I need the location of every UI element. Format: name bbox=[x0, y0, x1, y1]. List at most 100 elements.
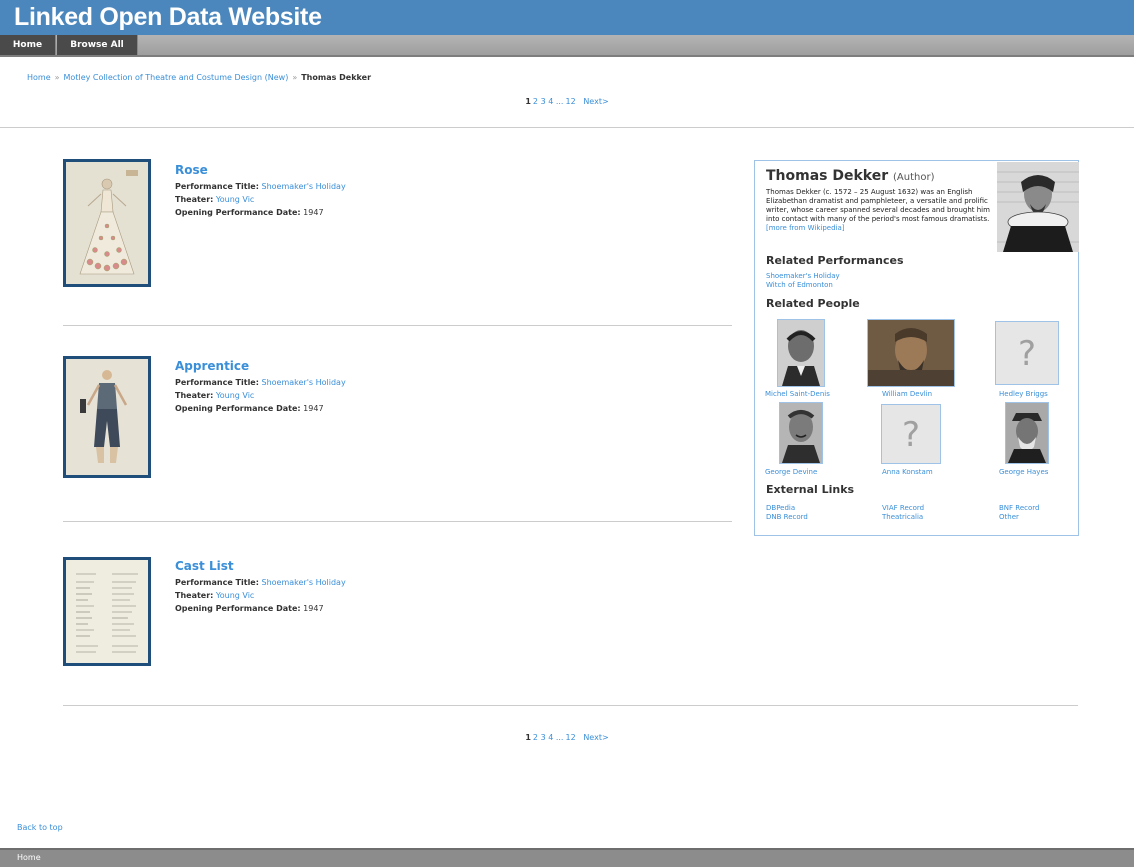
pagination-bottom: 12 3 4 ... 12 Next> bbox=[0, 733, 1134, 742]
item-thumbnail-rose[interactable] bbox=[63, 159, 151, 287]
external-links-heading: External Links bbox=[766, 483, 855, 496]
page-current: 1 bbox=[525, 97, 531, 106]
person-link[interactable]: William Devlin bbox=[882, 390, 932, 398]
page-current: 1 bbox=[525, 733, 531, 742]
item-title-link[interactable]: Rose bbox=[175, 162, 346, 178]
page-ellipsis: ... bbox=[555, 97, 564, 106]
entity-name: Thomas Dekker (Author) bbox=[766, 168, 935, 184]
site-header: Linked Open Data Website bbox=[0, 0, 1134, 35]
entity-bio-text: Thomas Dekker (c. 1572 – 25 August 1632)… bbox=[766, 188, 990, 223]
item-thumbnail-apprentice[interactable] bbox=[63, 356, 151, 478]
page-link-last[interactable]: 12 bbox=[565, 733, 575, 742]
opening-date-row: Opening Performance Date: 1947 bbox=[175, 206, 346, 219]
breadcrumb-collection[interactable]: Motley Collection of Theatre and Costume… bbox=[64, 73, 289, 82]
performance-title-link[interactable]: Shoemaker's Holiday bbox=[261, 378, 345, 387]
page-link[interactable]: 3 bbox=[541, 733, 546, 742]
nav-home[interactable]: Home bbox=[0, 35, 56, 55]
breadcrumb-separator: » bbox=[292, 73, 298, 82]
performance-title-label: Performance Title: bbox=[175, 182, 259, 191]
wikipedia-link[interactable]: [more from Wikipedia] bbox=[766, 224, 844, 232]
theater-row: Theater: Young Vic bbox=[175, 193, 346, 206]
performance-title-link[interactable]: Shoemaker's Holiday bbox=[261, 578, 345, 587]
external-link-viaf[interactable]: VIAF Record bbox=[882, 504, 924, 512]
next-page-link[interactable]: Next> bbox=[583, 97, 608, 106]
person-link[interactable]: George Hayes bbox=[999, 468, 1048, 476]
unknown-person-placeholder[interactable]: ? bbox=[881, 404, 941, 464]
opening-date-label: Opening Performance Date: bbox=[175, 404, 301, 413]
site-footer: Home bbox=[0, 848, 1134, 867]
item-divider bbox=[63, 325, 732, 326]
opening-date-value: 1947 bbox=[303, 604, 324, 613]
breadcrumb-current: Thomas Dekker bbox=[301, 73, 372, 82]
next-page-link[interactable]: Next> bbox=[583, 733, 608, 742]
external-link-other[interactable]: Other bbox=[999, 513, 1019, 521]
item-title-link[interactable]: Cast List bbox=[175, 558, 346, 574]
performance-title-label: Performance Title: bbox=[175, 578, 259, 587]
performance-title-link[interactable]: Shoemaker's Holiday bbox=[261, 182, 345, 191]
performance-title-row: Performance Title: Shoemaker's Holiday bbox=[175, 180, 346, 193]
item-info: Apprentice Performance Title: Shoemaker'… bbox=[175, 358, 346, 415]
theater-link[interactable]: Young Vic bbox=[216, 391, 254, 400]
person-link[interactable]: Michel Saint-Denis bbox=[765, 390, 830, 398]
breadcrumb-separator: » bbox=[54, 73, 60, 82]
theater-label: Theater: bbox=[175, 195, 214, 204]
divider bbox=[0, 127, 1134, 128]
related-people-heading: Related People bbox=[766, 297, 860, 310]
entity-bio: Thomas Dekker (c. 1572 – 25 August 1632)… bbox=[766, 188, 996, 233]
theater-link[interactable]: Young Vic bbox=[216, 591, 254, 600]
theater-link[interactable]: Young Vic bbox=[216, 195, 254, 204]
opening-date-label: Opening Performance Date: bbox=[175, 208, 301, 217]
theater-label: Theater: bbox=[175, 591, 214, 600]
external-link-theatricalia[interactable]: Theatricalia bbox=[882, 513, 923, 521]
entity-sidebar: Thomas Dekker (Author) Thomas Dekker (c.… bbox=[754, 160, 1079, 536]
person-link[interactable]: Anna Konstam bbox=[882, 468, 933, 476]
person-photo[interactable] bbox=[777, 319, 825, 387]
opening-date-value: 1947 bbox=[303, 404, 324, 413]
item-divider bbox=[63, 521, 732, 522]
theater-label: Theater: bbox=[175, 391, 214, 400]
item-info: Cast List Performance Title: Shoemaker's… bbox=[175, 558, 346, 615]
costume-sketch-image bbox=[66, 359, 148, 475]
person-photo[interactable] bbox=[1005, 402, 1049, 464]
pagination-top: 12 3 4 ... 12 Next> bbox=[0, 97, 1134, 106]
performance-title-label: Performance Title: bbox=[175, 378, 259, 387]
item-title-link[interactable]: Apprentice bbox=[175, 358, 346, 374]
opening-date-value: 1947 bbox=[303, 208, 324, 217]
external-link-bnf[interactable]: BNF Record bbox=[999, 504, 1039, 512]
page-link[interactable]: 4 bbox=[548, 97, 553, 106]
main-nav: Home Browse All bbox=[0, 35, 1134, 57]
back-to-top-link[interactable]: Back to top bbox=[17, 823, 63, 832]
breadcrumb: Home» Motley Collection of Theatre and Co… bbox=[27, 73, 371, 82]
external-link-dnb[interactable]: DNB Record bbox=[766, 513, 808, 521]
page-link[interactable]: 4 bbox=[548, 733, 553, 742]
item-thumbnail-cast-list[interactable] bbox=[63, 557, 151, 666]
document-scan-image bbox=[66, 560, 148, 663]
related-performance-link[interactable]: Witch of Edmonton bbox=[766, 281, 833, 289]
entity-portrait bbox=[997, 162, 1079, 252]
nav-browse-all[interactable]: Browse All bbox=[57, 35, 138, 55]
unknown-person-placeholder[interactable]: ? bbox=[995, 321, 1059, 385]
site-title[interactable]: Linked Open Data Website bbox=[14, 3, 322, 32]
person-photo[interactable] bbox=[779, 402, 823, 464]
page-link[interactable]: 2 bbox=[533, 733, 538, 742]
entity-role: (Author) bbox=[893, 172, 935, 183]
opening-date-label: Opening Performance Date: bbox=[175, 604, 301, 613]
person-photo[interactable] bbox=[867, 319, 955, 387]
page-link[interactable]: 2 bbox=[533, 97, 538, 106]
footer-home-link[interactable]: Home bbox=[17, 853, 41, 862]
costume-sketch-image bbox=[66, 162, 148, 284]
person-link[interactable]: Hedley Briggs bbox=[999, 390, 1048, 398]
breadcrumb-home[interactable]: Home bbox=[27, 73, 51, 82]
related-performance-link[interactable]: Shoemaker's Holiday bbox=[766, 272, 840, 280]
page-link[interactable]: 3 bbox=[541, 97, 546, 106]
performance-title-row: Performance Title: Shoemaker's Holiday bbox=[175, 376, 346, 389]
page-ellipsis: ... bbox=[555, 733, 564, 742]
item-info: Rose Performance Title: Shoemaker's Holi… bbox=[175, 162, 346, 219]
item-divider bbox=[63, 705, 1078, 706]
external-link-dbpedia[interactable]: DBPedia bbox=[766, 504, 795, 512]
page-link-last[interactable]: 12 bbox=[565, 97, 575, 106]
theater-row: Theater: Young Vic bbox=[175, 389, 346, 402]
person-link[interactable]: George Devine bbox=[765, 468, 817, 476]
entity-name-text: Thomas Dekker bbox=[766, 168, 889, 184]
related-performances-heading: Related Performances bbox=[766, 254, 904, 267]
